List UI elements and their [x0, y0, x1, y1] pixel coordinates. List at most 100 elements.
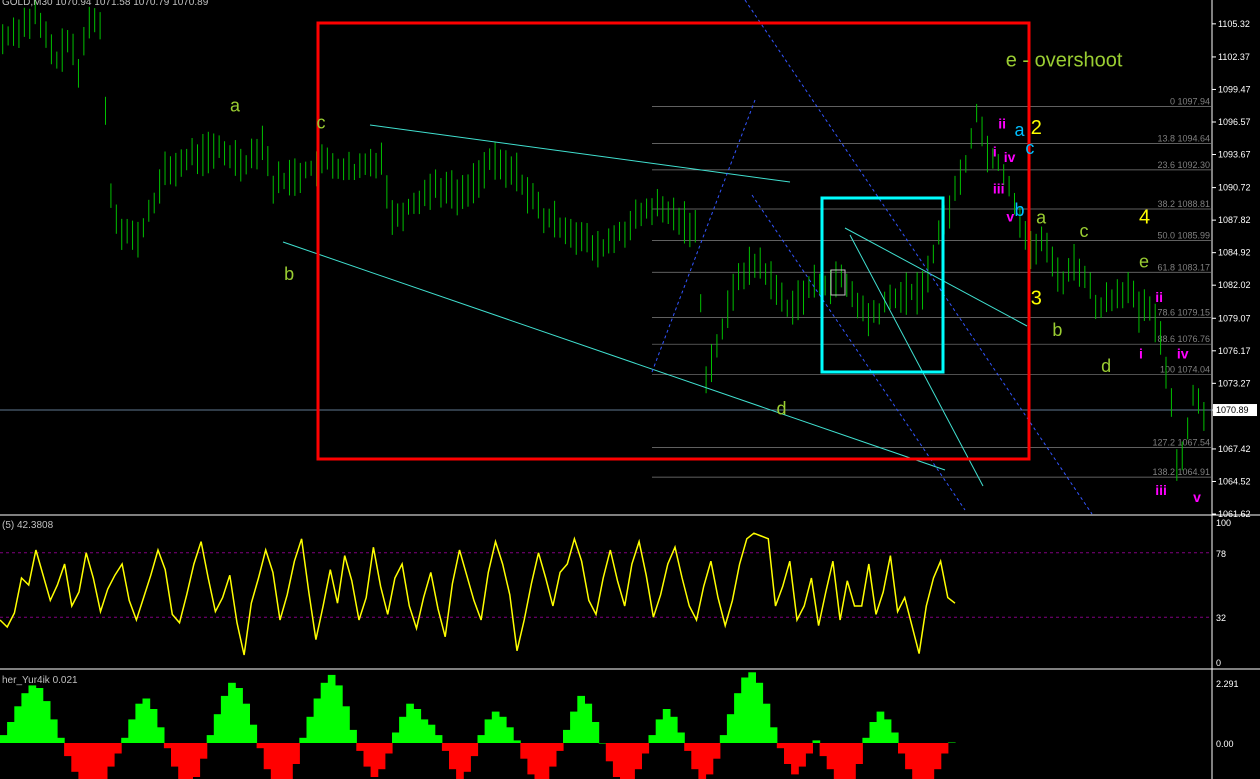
fib-level-label: 23.6 1092.30 — [1157, 160, 1210, 170]
oscillator-bar — [135, 703, 144, 743]
oscillator-bar — [142, 698, 151, 743]
oscillator-bar — [890, 732, 899, 743]
oscillator-bar — [285, 743, 293, 779]
price-tick-label: 1102.37 — [1218, 52, 1250, 62]
oscillator-bar — [548, 743, 557, 767]
oscillator-bar — [384, 743, 393, 754]
oscillator-bar — [420, 719, 429, 743]
price-tick-label: 1105.32 — [1218, 19, 1250, 29]
oscillator-bar — [121, 737, 129, 743]
oscillator-bar — [392, 732, 400, 743]
oscillator-bar — [726, 714, 735, 743]
oscillator-bar — [748, 672, 756, 743]
price-tick-label: 1067.42 — [1218, 444, 1251, 454]
fib-level-label: 61.8 1083.17 — [1157, 262, 1210, 272]
oscillator-bar — [213, 714, 222, 743]
oscillator-bar — [527, 743, 536, 775]
oscillator-bar — [342, 706, 350, 743]
stoch-tick-label: 78 — [1216, 549, 1226, 559]
oscillator-bar — [78, 743, 87, 779]
oscillator-bar — [149, 709, 158, 743]
oscillator-bar — [206, 735, 215, 743]
price-tick-label: 1087.82 — [1218, 215, 1251, 225]
price-tick-label: 1093.67 — [1218, 150, 1251, 160]
oscillator-bar — [883, 719, 892, 743]
oscillator-bar — [178, 743, 186, 779]
oscillator-bar — [612, 743, 621, 777]
wave-label: iii — [993, 180, 1005, 196]
oscillator-bar — [85, 743, 94, 779]
fib-level-label: 100 1074.04 — [1160, 365, 1210, 375]
symbol-info-header: GOLD,M30 1070.94 1071.58 1070.79 1070.89 — [2, 0, 209, 8]
oscillator-bar — [449, 743, 457, 770]
price-tick-label: 1064.52 — [1218, 476, 1251, 486]
oscillator-bar — [940, 743, 949, 754]
fib-level-label: 88.6 1076.76 — [1157, 334, 1210, 344]
oscillator-bar — [92, 743, 101, 779]
trading-chart[interactable]: 1105.32 1102.37 1099.47 1096.57 1093.67 1090.… — [0, 0, 1260, 779]
oscillator-bar — [249, 724, 258, 743]
oscillator-bar — [335, 685, 343, 743]
oscillator-bar — [705, 743, 714, 775]
price-tick-label: 1096.57 — [1218, 117, 1251, 127]
oscillator-bar — [413, 709, 422, 743]
oscillator-bar — [655, 719, 664, 743]
wave-label: ii — [1155, 289, 1163, 305]
fib-level-label: 38.2 1088.81 — [1157, 199, 1210, 209]
oscillator-bar — [855, 743, 863, 764]
oscillator-bar — [876, 711, 885, 743]
oscillator-bar — [163, 743, 172, 749]
oscillator-bar — [427, 724, 436, 743]
oscillator-bar — [71, 743, 79, 772]
oscillator-bar — [919, 743, 928, 779]
oscillator-bar — [577, 695, 585, 743]
oscillator-bar — [598, 743, 607, 744]
wave-label: b — [284, 264, 294, 284]
oscillator-bar — [270, 743, 279, 779]
stoch-tick-label: 100 — [1216, 518, 1231, 528]
oscillator-bar — [912, 743, 920, 779]
oscillator-bar — [826, 743, 835, 770]
oscillator-bar — [662, 709, 671, 743]
wave-label: a — [230, 96, 241, 116]
stochastic-info-header: (5) 42.3808 — [2, 520, 54, 531]
oscillator-bar — [14, 706, 22, 743]
wave-label: a — [1036, 208, 1047, 228]
stoch-tick-label: 0 — [1216, 658, 1221, 668]
oscillator-bar — [470, 743, 479, 757]
oscillator-bar — [734, 693, 742, 743]
oscillator-bar — [570, 711, 578, 743]
oscillator-tick-label: 0.00 — [1216, 739, 1234, 749]
oscillator-bar — [848, 743, 856, 779]
oscillator-bar — [534, 743, 543, 779]
wave-label: c — [1025, 138, 1034, 158]
wave-label: e - overshoot — [1006, 50, 1123, 72]
oscillator-bar — [563, 729, 571, 743]
price-tick-label: 1090.72 — [1218, 183, 1251, 193]
oscillator-bar — [0, 735, 8, 743]
current-price-label: 1070.89 — [1216, 405, 1249, 415]
oscillator-bar — [356, 743, 364, 751]
oscillator-bar — [49, 719, 58, 743]
oscillator-bar — [99, 743, 108, 779]
oscillator-bar — [905, 743, 913, 770]
oscillator-bar — [933, 743, 942, 770]
oscillator-bar — [620, 743, 628, 779]
oscillator-bar — [35, 688, 44, 743]
oscillator-bar — [862, 737, 871, 743]
oscillator-bar — [698, 743, 707, 779]
wave-label: iii — [1155, 482, 1167, 498]
oscillator-bar — [691, 743, 699, 770]
oscillator-bar — [484, 719, 493, 743]
oscillator-bar — [114, 743, 122, 754]
oscillator-bar — [228, 682, 236, 743]
oscillator-bar — [363, 743, 372, 767]
oscillator-bar — [370, 743, 379, 777]
oscillator-bar — [306, 716, 315, 743]
fib-level-label: 13.8 1094.64 — [1157, 134, 1210, 144]
oscillator-bar — [477, 735, 486, 743]
oscillator-bar — [220, 695, 229, 743]
oscillator-bar — [171, 743, 179, 767]
oscillator-bar — [520, 743, 528, 759]
price-tick-label: 1076.17 — [1218, 346, 1251, 356]
